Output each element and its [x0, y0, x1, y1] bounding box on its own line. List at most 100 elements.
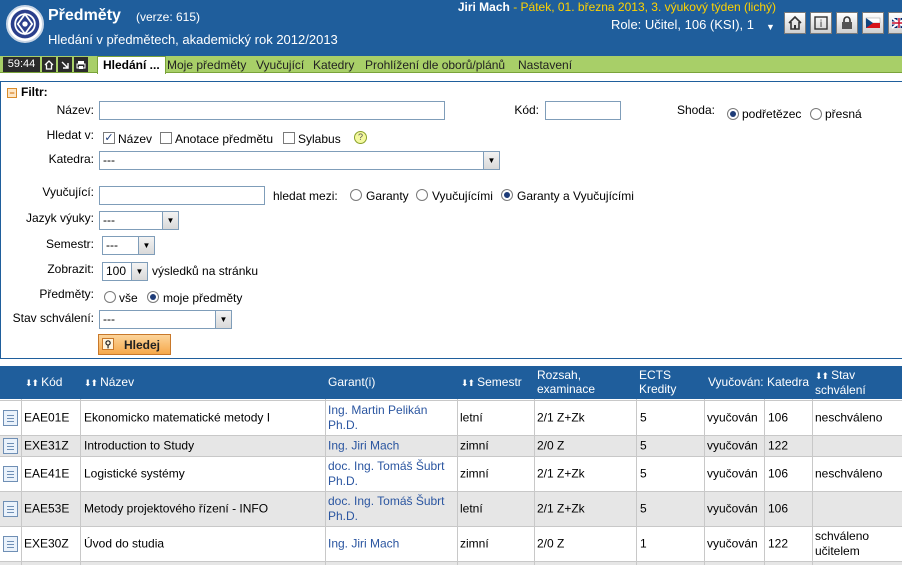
czech-flag-icon[interactable]	[862, 12, 884, 34]
hledat-mezi-label: hledat mezi:	[273, 189, 338, 203]
user-name: Jiri Mach	[457, 0, 510, 14]
help-icon[interactable]: ?	[354, 131, 367, 144]
app-header: Předměty (verze: 615) Hledání v předměte…	[0, 0, 902, 56]
svg-text:i: i	[820, 19, 823, 30]
cell-semestr: zimní	[460, 536, 489, 550]
chevron-down-icon[interactable]: ▼	[138, 237, 154, 254]
arrow-icon[interactable]	[58, 57, 72, 72]
nazev-input[interactable]	[99, 101, 445, 120]
collapse-icon[interactable]: −	[7, 88, 17, 98]
cell-semestr: letní	[460, 501, 483, 515]
cell-vyucovan: vyučován	[707, 466, 758, 480]
col-katedra-header[interactable]: Katedra	[767, 375, 809, 389]
shoda-substring-label: podřetězec	[742, 107, 802, 121]
vyucujici-input[interactable]	[99, 186, 265, 205]
table-row[interactable]: EAE01E Ekonomicko matematické metody I Ing…	[0, 400, 902, 435]
stav-value: ---	[103, 312, 115, 326]
cell-kod: EXE30Z	[24, 536, 69, 550]
hledat-nazev-checkbox[interactable]: ✓	[103, 132, 115, 144]
home-icon[interactable]	[784, 12, 806, 34]
app-version: (verze: 615)	[136, 10, 201, 24]
column-divider	[812, 399, 813, 565]
sort-arrows-icon[interactable]: ⬇⬆	[84, 378, 98, 388]
cell-garant[interactable]: doc. Ing. Tomáš Šubrt Ph.D.	[328, 494, 456, 524]
cell-rozsah: 2/1 Z+Zk	[537, 501, 585, 515]
col-ects-header[interactable]: ECTS Kredity	[639, 368, 689, 396]
nazev-label: Název:	[56, 103, 94, 117]
zobrazit-select[interactable]: 100 ▼	[102, 262, 148, 281]
col-rozsah-header[interactable]: Rozsah, examinace	[537, 368, 607, 396]
tab-my-courses[interactable]: Moje předměty	[167, 58, 246, 72]
stav-select[interactable]: --- ▼	[99, 310, 232, 329]
sort-arrows-icon[interactable]: ⬇⬆	[25, 378, 39, 388]
cell-garant[interactable]: Ing. Jiri Mach	[328, 438, 456, 453]
cell-rozsah: 2/0 Z	[537, 438, 565, 452]
university-logo[interactable]	[6, 5, 44, 43]
cell-vyucovan: vyučován	[707, 536, 758, 550]
sort-arrows-icon[interactable]: ⬇⬆	[815, 371, 829, 381]
predmety-vse-radio[interactable]	[104, 291, 116, 303]
tab-search[interactable]: Hledání ...	[97, 56, 166, 74]
filter-heading[interactable]: − Filtr:	[7, 85, 48, 99]
predmety-moje-radio[interactable]	[147, 291, 159, 303]
lock-icon[interactable]	[836, 12, 858, 34]
vyucujici-label: Vyučující:	[42, 185, 94, 199]
vyucujicimi-label: Vyučujícími	[432, 189, 493, 203]
semestr-value: ---	[106, 238, 118, 252]
cell-katedra: 122	[768, 536, 789, 550]
garanty-a-vyucujicimi-radio[interactable]	[501, 189, 513, 201]
cell-garant[interactable]: Ing. Martin Pelikán Ph.D.	[328, 403, 456, 433]
document-icon[interactable]	[3, 409, 18, 426]
cell-nazev: Úvod do studia	[84, 536, 165, 550]
english-flag-icon[interactable]	[888, 12, 902, 34]
garanty-radio[interactable]	[350, 189, 362, 201]
cell-ects: 5	[640, 438, 647, 452]
shoda-exact-radio[interactable]	[810, 108, 822, 120]
hledat-anotace-checkbox[interactable]	[160, 132, 172, 144]
search-button[interactable]: ⚲ Hledej	[98, 334, 171, 355]
chevron-down-icon[interactable]: ▼	[215, 311, 231, 328]
col-kod-header[interactable]: ⬇⬆ Kód	[25, 375, 62, 390]
hledat-sylabus-label: Sylabus	[298, 132, 341, 146]
print-icon[interactable]	[74, 57, 88, 72]
table-row[interactable]: EAE41E Logistické systémy doc. Ing. Tomáš …	[0, 456, 902, 491]
kod-input[interactable]	[545, 101, 621, 120]
col-stav-header[interactable]: ⬇⬆ Stav schválení	[815, 368, 895, 397]
cell-vyucovan: vyučován	[707, 438, 758, 452]
document-icon[interactable]	[3, 500, 18, 517]
document-icon[interactable]	[3, 437, 18, 454]
katedra-select[interactable]: --- ▼	[99, 151, 500, 170]
jazyk-select[interactable]: --- ▼	[99, 211, 179, 230]
cell-garant[interactable]: Ing. Jiri Mach	[328, 536, 456, 551]
tab-browse-plans[interactable]: Prohlížení dle oborů/plánů	[365, 58, 505, 72]
stav-label: Stav schválení:	[12, 311, 94, 325]
tab-departments[interactable]: Katedry	[313, 58, 354, 72]
cell-garant[interactable]: doc. Ing. Tomáš Šubrt Ph.D.	[328, 459, 456, 489]
table-row[interactable]: EXE30Z Úvod do studia Ing. Jiri Mach zimní 2…	[0, 526, 902, 561]
table-row[interactable]: EAE53E Metody projektového řízení - INFO d…	[0, 491, 902, 526]
col-semestr-header[interactable]: ⬇⬆ Semestr	[461, 375, 522, 390]
chevron-down-icon[interactable]: ▼	[162, 212, 178, 229]
hledat-sylabus-checkbox[interactable]	[283, 132, 295, 144]
tab-teachers[interactable]: Vyučující	[256, 58, 304, 72]
shoda-substring-radio[interactable]	[727, 108, 739, 120]
document-icon[interactable]	[3, 465, 18, 482]
cell-kod: EAE41E	[24, 466, 70, 480]
cell-katedra: 106	[768, 501, 789, 515]
cell-semestr: zimní	[460, 438, 489, 452]
sort-arrows-icon[interactable]: ⬇⬆	[461, 378, 475, 388]
document-icon[interactable]	[3, 535, 18, 552]
vyucujicimi-radio[interactable]	[416, 189, 428, 201]
chevron-down-icon[interactable]: ▼	[766, 22, 775, 32]
col-nazev-header[interactable]: ⬇⬆ Název	[84, 375, 134, 390]
col-vyucovan-header[interactable]: Vyučován:	[708, 375, 764, 389]
chevron-down-icon[interactable]: ▼	[483, 152, 499, 169]
info-icon[interactable]: i	[810, 12, 832, 34]
row-divider	[0, 491, 902, 492]
semestr-select[interactable]: --- ▼	[102, 236, 155, 255]
col-garant-header[interactable]: Garant(i)	[328, 375, 375, 389]
home-icon[interactable]	[42, 57, 56, 72]
tab-settings[interactable]: Nastavení	[518, 58, 572, 72]
chevron-down-icon[interactable]: ▼	[131, 263, 147, 280]
table-row[interactable]: EXE31Z Introduction to Study Ing. Jiri Mac…	[0, 435, 902, 456]
